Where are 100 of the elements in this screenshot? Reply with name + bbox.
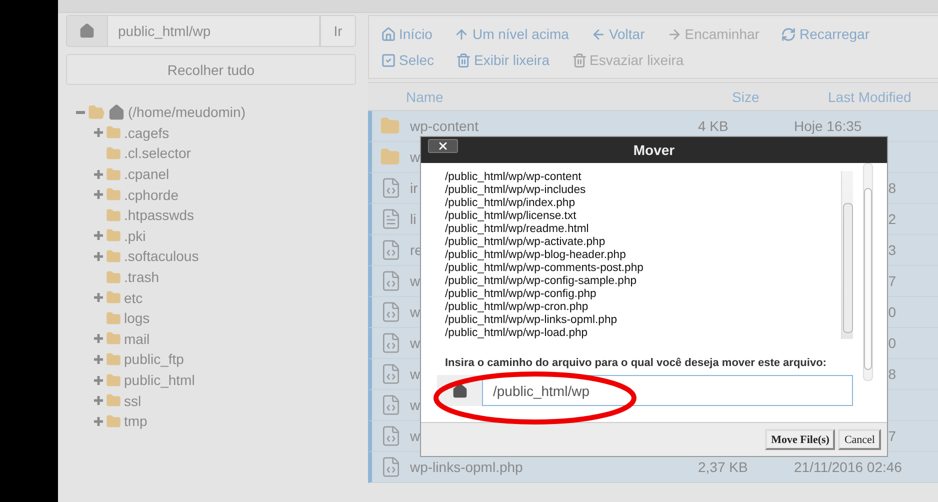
tree-item[interactable]: .cagefs <box>124 124 170 141</box>
code-file-icon <box>380 177 402 199</box>
tree-item[interactable]: etc <box>124 290 143 306</box>
plus-icon[interactable] <box>94 128 103 138</box>
toolbar-button[interactable]: Início <box>381 26 432 42</box>
plus-icon[interactable] <box>94 396 103 406</box>
path-field[interactable]: public_html/wp <box>108 15 320 47</box>
tree-item[interactable]: ssl <box>124 392 142 409</box>
folder-icon <box>106 125 121 140</box>
tree-item[interactable]: public_ftp <box>124 351 184 368</box>
toolbar-button[interactable]: Selec <box>381 52 434 68</box>
folder-icon <box>106 331 121 346</box>
go-button[interactable]: Ir <box>320 15 356 47</box>
dialog-title: Mover <box>633 142 675 158</box>
plus-icon[interactable] <box>94 293 103 302</box>
plus-icon[interactable] <box>94 334 103 344</box>
plus-icon[interactable] <box>94 252 103 261</box>
path-item[interactable]: /public_html/wp/wp-links-opml.php <box>445 314 841 327</box>
move-button[interactable]: Move File(s) <box>765 429 836 450</box>
tree-item[interactable]: .pki <box>124 228 146 244</box>
file-name: wp-links-opml.php <box>410 459 523 475</box>
checkbox-icon <box>381 52 396 68</box>
file-name: w <box>410 273 420 289</box>
plus-icon[interactable] <box>94 354 103 364</box>
collapse-all-button[interactable]: Recolher tudo <box>66 54 356 85</box>
path-item[interactable]: /public_html/wp/license.txt <box>445 210 841 223</box>
path-item[interactable]: /public_html/wp/wp-comments-post.php <box>445 262 841 275</box>
toolbar-button[interactable]: Um nível acima <box>454 26 569 42</box>
trash-icon <box>572 52 586 68</box>
path-item[interactable]: /public_html/wp/wp-includes <box>445 184 841 197</box>
minus-icon[interactable] <box>76 110 85 114</box>
path-item[interactable]: /public_html/wp/wp-activate.php <box>445 236 841 249</box>
file-name: wp-content <box>410 118 478 134</box>
file-date: 0 <box>888 304 897 320</box>
scrollbar[interactable] <box>863 163 873 381</box>
file-name: w <box>410 428 420 444</box>
scrollbar[interactable] <box>841 171 853 339</box>
close-button[interactable] <box>428 139 458 153</box>
folder-icon <box>380 147 400 167</box>
destination-field[interactable]: /public_html/wp <box>482 375 853 406</box>
tree-item[interactable]: tmp <box>124 413 148 430</box>
plus-icon[interactable] <box>94 170 103 179</box>
folder-icon <box>106 310 121 326</box>
toolbar-button[interactable]: Recarregar <box>781 26 870 42</box>
code-file-icon <box>380 456 402 478</box>
folder-icon <box>106 352 121 367</box>
tree-item[interactable]: .trash <box>124 269 160 286</box>
file-size: 4 KB <box>698 118 728 134</box>
arrow-right-icon <box>666 26 682 42</box>
folder-icon <box>106 228 121 244</box>
path-item[interactable]: /public_html/wp/wp-config.php <box>445 288 841 301</box>
folder-icon <box>106 208 121 223</box>
code-file-icon <box>380 394 402 416</box>
plus-icon[interactable] <box>94 416 103 426</box>
path-item[interactable]: /public_html/wp/wp-blog-header.php <box>445 249 841 262</box>
plus-icon[interactable] <box>94 376 103 385</box>
file-name: w <box>410 304 420 320</box>
tree-item[interactable]: .htpasswds <box>124 207 194 224</box>
tree-item[interactable]: (/home/meudomin) <box>128 104 246 120</box>
file-name: w <box>410 335 420 351</box>
tree-item[interactable]: .cphorde <box>124 186 178 203</box>
code-file-icon <box>380 270 402 292</box>
path-item[interactable]: /public_html/wp/readme.html <box>445 223 841 236</box>
file-name: w <box>410 149 420 165</box>
path-item[interactable]: /public_html/wp/wp-content <box>445 171 841 184</box>
file-name: w <box>410 366 420 382</box>
column-header[interactable]: Last Modified <box>828 88 938 104</box>
plus-icon[interactable] <box>94 190 103 200</box>
tree-item[interactable]: public_html <box>124 372 195 388</box>
tree-item[interactable]: .softaculous <box>124 248 199 264</box>
plus-icon[interactable] <box>94 231 103 240</box>
file-date: 3 <box>888 242 897 258</box>
file-date: Hoje 16:35 <box>794 118 862 134</box>
folder-icon <box>106 146 121 161</box>
file-date: 7 <box>888 428 897 444</box>
tree-item[interactable]: .cl.selector <box>124 145 191 162</box>
close-icon <box>437 140 449 152</box>
tree-item[interactable]: .cpanel <box>124 166 170 182</box>
column-header[interactable]: Name <box>406 88 732 104</box>
tree-item[interactable]: logs <box>124 310 150 326</box>
toolbar-button[interactable]: Voltar <box>590 26 645 42</box>
path-item[interactable]: /public_html/wp/index.php <box>445 197 841 210</box>
path-item[interactable]: /public_html/wp/wp-cron.php <box>445 301 841 314</box>
toolbar-button[interactable]: Exibir lixeira <box>456 52 550 68</box>
path-item[interactable]: /public_html/wp/wp-load.php <box>445 327 841 339</box>
path-item[interactable]: /public_html/wp/wp-config-sample.php <box>445 275 841 288</box>
file-date: 0 <box>888 335 897 351</box>
code-file-icon <box>380 332 402 354</box>
home-icon <box>79 23 95 39</box>
tree-item[interactable]: mail <box>124 330 150 347</box>
folder-icon <box>106 270 121 285</box>
code-file-icon <box>380 425 402 447</box>
code-file-icon <box>380 301 402 323</box>
column-header[interactable]: Size <box>732 88 828 104</box>
file-name: w <box>410 397 420 413</box>
folder-icon <box>106 414 121 429</box>
cancel-button[interactable]: Cancel <box>838 429 881 450</box>
file-date: 7 <box>888 273 897 289</box>
open-folder-icon <box>88 104 105 121</box>
folder-icon <box>380 116 400 136</box>
